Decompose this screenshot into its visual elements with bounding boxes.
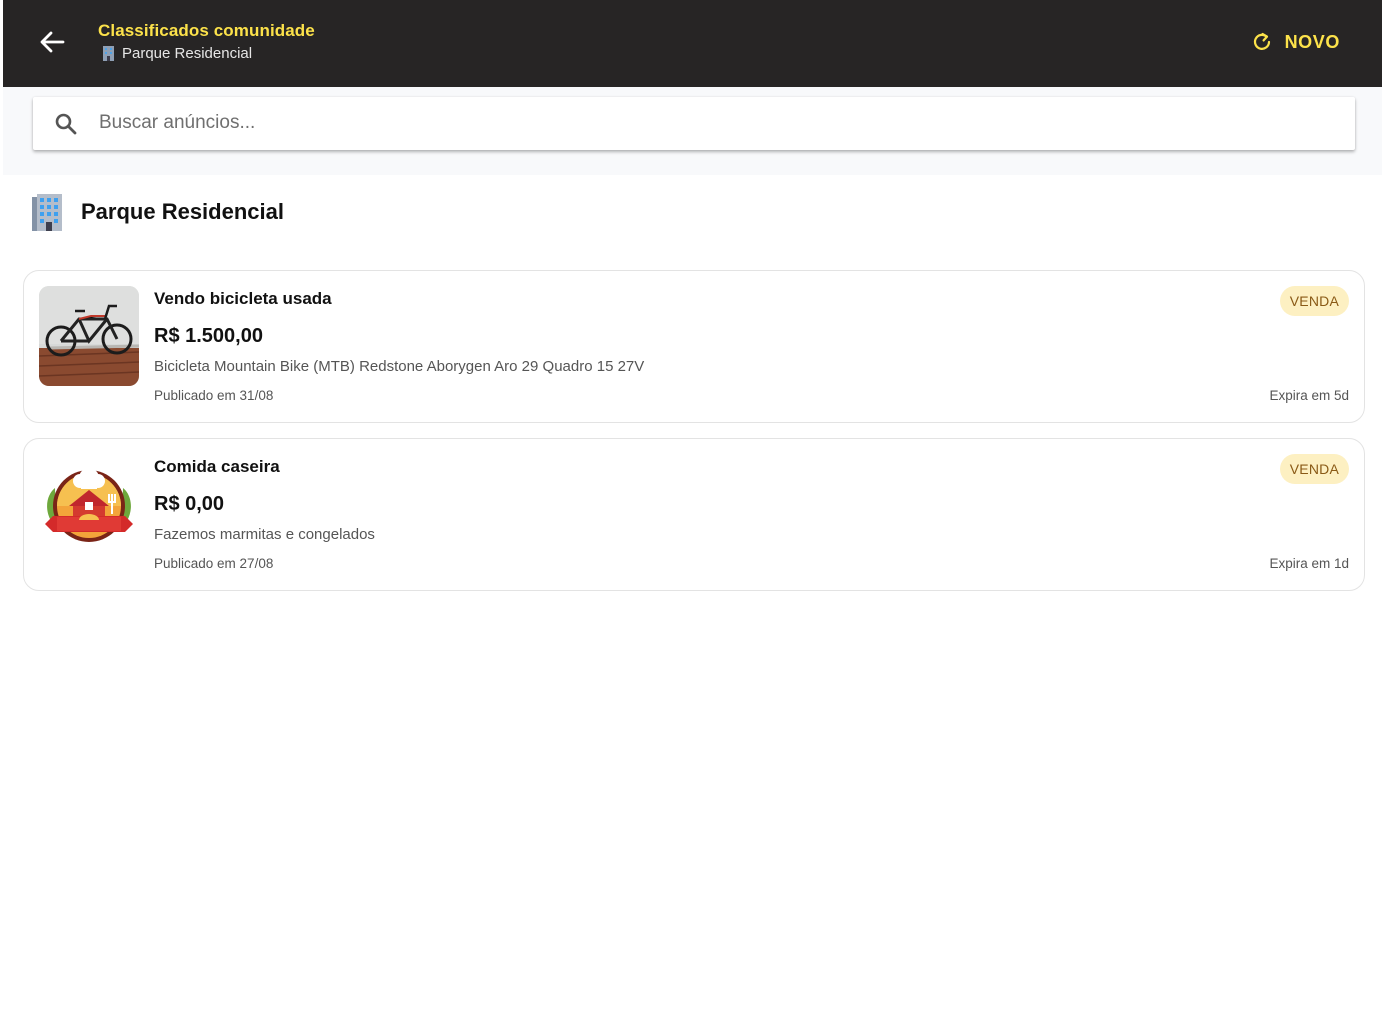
listing-expiration: Expira em 1d	[1269, 556, 1349, 571]
listing-expiration: Expira em 5d	[1269, 388, 1349, 403]
listing-title: Vendo bicicleta usada	[154, 289, 332, 308]
office-building-icon	[32, 194, 62, 231]
listing-type-badge: VENDA	[1279, 454, 1349, 484]
listing-price: R$ 0,00	[154, 493, 225, 515]
listing-published-date: Publicado em 27/08	[154, 556, 274, 571]
section-header: Parque Residencial	[29, 192, 284, 232]
homemade-food-logo	[39, 454, 139, 554]
top-app-bar: Classificados comunidade Parque Residenc…	[3, 0, 1382, 87]
listing-published-date: Publicado em 31/08	[154, 388, 274, 403]
listing-type-badge: VENDA	[1279, 286, 1349, 316]
listing-description: Fazemos marmitas e congelados	[154, 526, 375, 543]
search-bar[interactable]	[33, 97, 1355, 150]
page-subtitle: Parque Residencial	[100, 45, 252, 62]
listing-card[interactable]: Vendo bicicleta usada R$ 1.500,00 Bicicl…	[23, 270, 1365, 423]
app-screen: Classificados comunidade Parque Residenc…	[3, 0, 1382, 880]
subtitle-label: Parque Residencial	[122, 45, 253, 62]
new-button-label: NOVO	[1284, 31, 1340, 52]
listing-card[interactable]: Comida caseira R$ 0,00 Fazemos marmitas …	[23, 438, 1365, 591]
office-building-icon	[103, 46, 114, 61]
bicycle-photo	[39, 286, 139, 386]
listing-thumbnail	[39, 286, 139, 386]
page-title: Classificados comunidade	[98, 21, 315, 40]
back-button[interactable]	[35, 26, 69, 58]
search-input[interactable]	[99, 105, 1329, 141]
section-title: Parque Residencial	[81, 199, 284, 224]
refresh-icon	[1253, 32, 1270, 50]
listing-description: Bicicleta Mountain Bike (MTB) Redstone A…	[154, 358, 645, 375]
search-icon	[55, 113, 77, 135]
new-listing-button[interactable]: NOVO	[1239, 25, 1352, 59]
search-area	[3, 87, 1382, 175]
arrow-left-icon	[40, 31, 65, 53]
listing-title: Comida caseira	[154, 457, 280, 476]
listing-price: R$ 1.500,00	[154, 325, 263, 347]
listing-thumbnail	[39, 454, 139, 554]
